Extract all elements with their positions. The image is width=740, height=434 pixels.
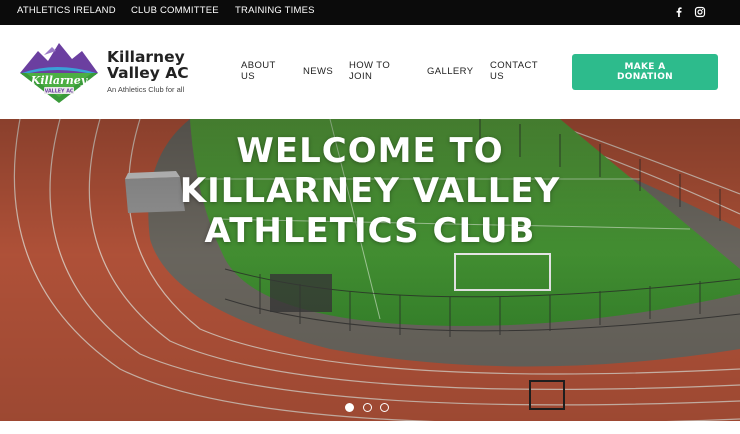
brand-tagline: An Athletics Club for all — [107, 85, 185, 94]
link-training-times[interactable]: TRAINING TIMES — [235, 5, 315, 16]
top-bar: ATHLETICS IRELAND CLUB COMMITTEE TRAININ… — [0, 0, 740, 25]
nav-gallery[interactable]: GALLERY — [427, 66, 473, 77]
make-donation-button[interactable]: MAKE A DONATION — [572, 54, 718, 90]
link-club-committee[interactable]: CLUB COMMITTEE — [131, 5, 219, 16]
facebook-icon[interactable] — [673, 6, 685, 18]
site-header: Killarney VALLEY AC Killarney Valley AC … — [0, 25, 740, 119]
club-logo[interactable]: Killarney VALLEY AC — [16, 39, 102, 105]
nav-news[interactable]: NEWS — [303, 66, 333, 77]
hero-line-3: ATHLETICS CLUB — [204, 211, 536, 251]
donation-label: MAKE A DONATION — [617, 62, 673, 82]
hero-slider: WELCOME TO KILLARNEY VALLEY ATHLETICS CL… — [0, 119, 740, 421]
link-athletics-ireland[interactable]: ATHLETICS IRELAND — [17, 5, 116, 16]
logo-badge: VALLEY AC — [45, 89, 74, 95]
hero-title: WELCOME TO KILLARNEY VALLEY ATHLETICS CL… — [0, 131, 740, 251]
hero-line-1: WELCOME TO — [236, 131, 504, 171]
slide-dot-2[interactable] — [363, 403, 372, 412]
instagram-icon[interactable] — [694, 6, 706, 18]
nav-how-to-join[interactable]: HOW TO JOIN — [349, 60, 405, 82]
nav-about-us[interactable]: ABOUT US — [241, 60, 289, 82]
page-bottom — [0, 421, 740, 434]
logo-text: Killarney — [30, 74, 89, 87]
nav-contact-us[interactable]: CONTACT US — [490, 60, 550, 82]
slide-dot-1[interactable] — [345, 403, 354, 412]
hero-line-2: KILLARNEY VALLEY — [179, 171, 561, 211]
brand-name[interactable]: Killarney Valley AC — [107, 49, 217, 81]
slide-dot-3[interactable] — [380, 403, 389, 412]
